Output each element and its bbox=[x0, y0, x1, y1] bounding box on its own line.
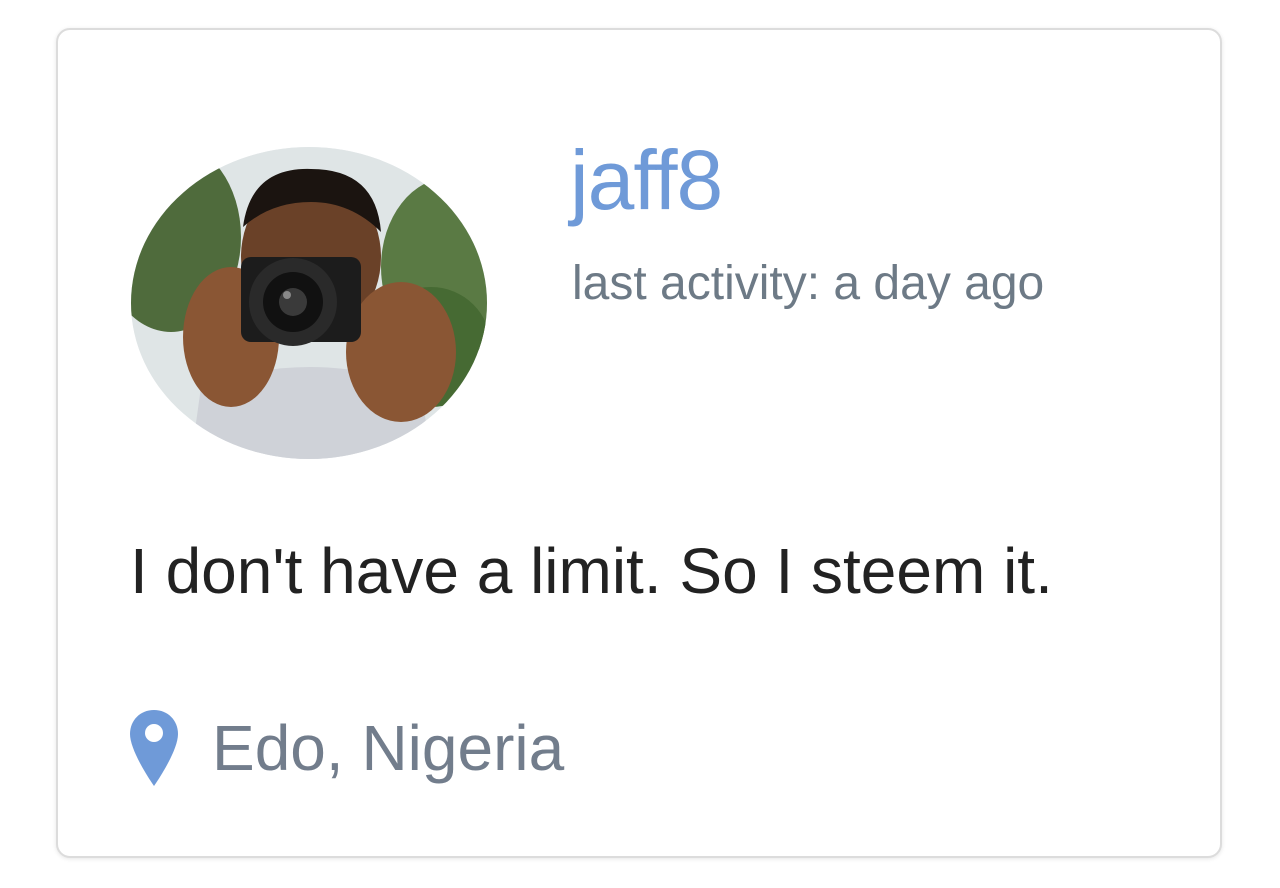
location: Edo, Nigeria bbox=[128, 706, 564, 790]
bio-text: I don't have a limit. So I steem it. bbox=[130, 535, 1053, 607]
last-activity: last activity: a day ago bbox=[572, 257, 1045, 310]
map-pin-icon bbox=[130, 710, 178, 786]
location-text: Edo, Nigeria bbox=[212, 712, 565, 784]
profile-card: jaff8 last activity: a day ago I don't h… bbox=[56, 28, 1222, 858]
avatar[interactable] bbox=[131, 147, 487, 459]
avatar-photo bbox=[131, 147, 487, 459]
username[interactable]: jaff8 bbox=[570, 138, 723, 222]
